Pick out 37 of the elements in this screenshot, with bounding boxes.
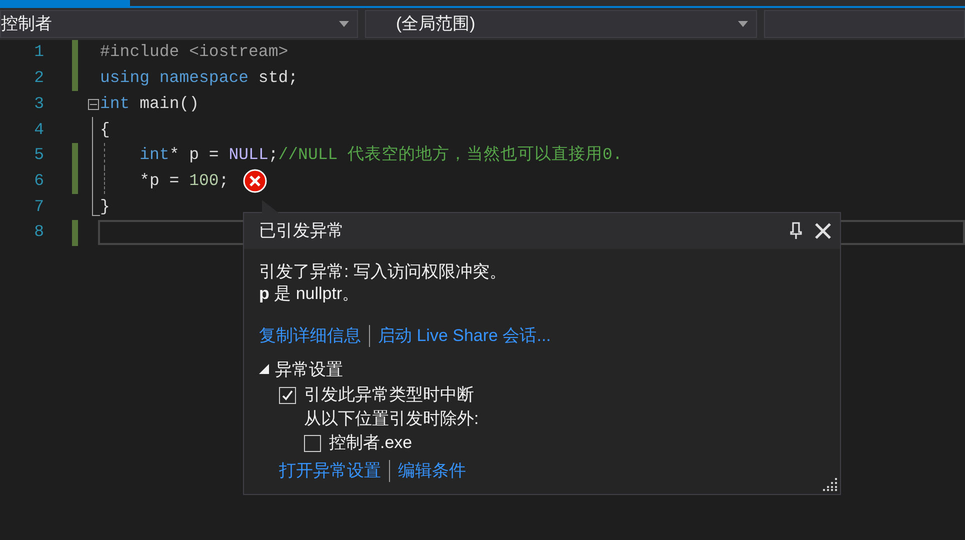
settings-title: 异常设置: [275, 358, 343, 380]
exception-message: 引发了异常: 写入访问权限冲突。: [259, 261, 508, 283]
code-line: int main(): [100, 92, 200, 115]
checkbox-label: 引发此异常类型时中断: [304, 384, 474, 406]
close-icon[interactable]: [814, 222, 832, 240]
resize-grip-icon[interactable]: [823, 477, 837, 491]
line-number: 7: [33, 196, 44, 218]
line-number: 6: [33, 170, 44, 192]
line-number: 2: [33, 67, 44, 90]
except-label: 从以下位置引发时除外:: [303, 408, 480, 430]
popup-title: 已引发异常: [259, 220, 344, 242]
line-number: 4: [33, 118, 44, 141]
dropdown[interactable]: 控制者: [0, 10, 358, 38]
exception-message: p 是 nullptr。: [259, 283, 360, 305]
checkbox-label: 控制者.exe: [329, 432, 412, 454]
code-line: using namespace std;: [100, 67, 298, 90]
code-line: #include <iostream>: [100, 41, 288, 64]
dropdown-caret-icon: [738, 21, 748, 27]
code-line: {: [100, 118, 110, 141]
line-number: 3: [33, 92, 44, 115]
line-number: 1: [33, 41, 44, 64]
checkbox[interactable]: [279, 386, 296, 404]
line-number: 5: [33, 144, 44, 166]
line-number: 8: [33, 221, 44, 244]
dropdown-caret-icon: [339, 21, 349, 27]
expand-triangle-icon[interactable]: [259, 364, 269, 374]
checkbox[interactable]: [304, 434, 321, 452]
code-line: *p = 100;: [138, 170, 229, 192]
link[interactable]: 打开异常设置: [279, 458, 381, 484]
link[interactable]: 编辑条件: [398, 458, 466, 484]
link[interactable]: 启动 Live Share 会话...: [378, 323, 551, 348]
collapse-toggle[interactable]: [88, 98, 98, 110]
code-line: int* p = NULL;//NULL 代表空的地方，当然也可以直接用0.: [138, 144, 622, 166]
code-line: }: [100, 196, 110, 218]
link[interactable]: 复制详细信息: [259, 323, 361, 348]
dropdown[interactable]: (全局范围): [365, 10, 757, 38]
pin-icon[interactable]: [790, 222, 802, 240]
